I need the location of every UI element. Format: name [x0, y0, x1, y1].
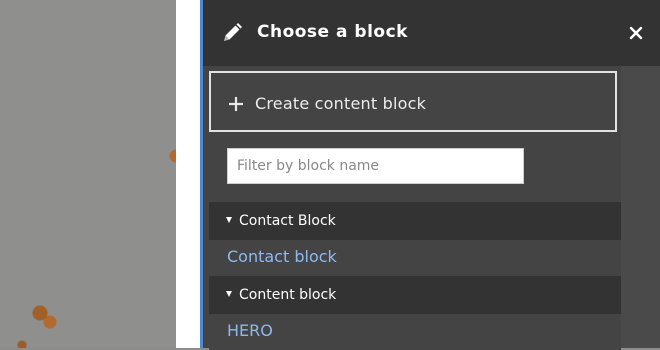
create-content-block-button[interactable]: Create content block [209, 71, 617, 132]
create-content-block-label: Create content block [255, 94, 427, 113]
category-contact-block-toggle[interactable]: Contact Block [209, 202, 621, 240]
triangle-down-icon [226, 217, 232, 223]
block-link-contact-block[interactable]: Contact block [227, 247, 337, 266]
dialog-scroll-gutter [621, 66, 660, 348]
dialog-title: Choose a block [257, 22, 408, 42]
close-icon[interactable] [626, 23, 646, 43]
page-gutter [176, 0, 200, 348]
category-content-block-toggle[interactable]: Content block [209, 276, 621, 314]
category-label: Content block [239, 287, 337, 303]
dialog-header: Choose a block [203, 0, 660, 66]
category-content-block-list: HERO [209, 314, 621, 350]
category-contact-block-list: Contact block [209, 240, 621, 276]
triangle-down-icon [226, 291, 232, 297]
page-background [0, 0, 176, 348]
category-label: Contact Block [239, 213, 336, 229]
pencil-icon [221, 22, 243, 44]
choose-block-dialog: Choose a block Create content block Cont… [203, 0, 660, 350]
plus-icon [229, 96, 243, 111]
filter-block-name-input[interactable] [227, 148, 524, 184]
block-link-hero[interactable]: HERO [227, 321, 273, 340]
